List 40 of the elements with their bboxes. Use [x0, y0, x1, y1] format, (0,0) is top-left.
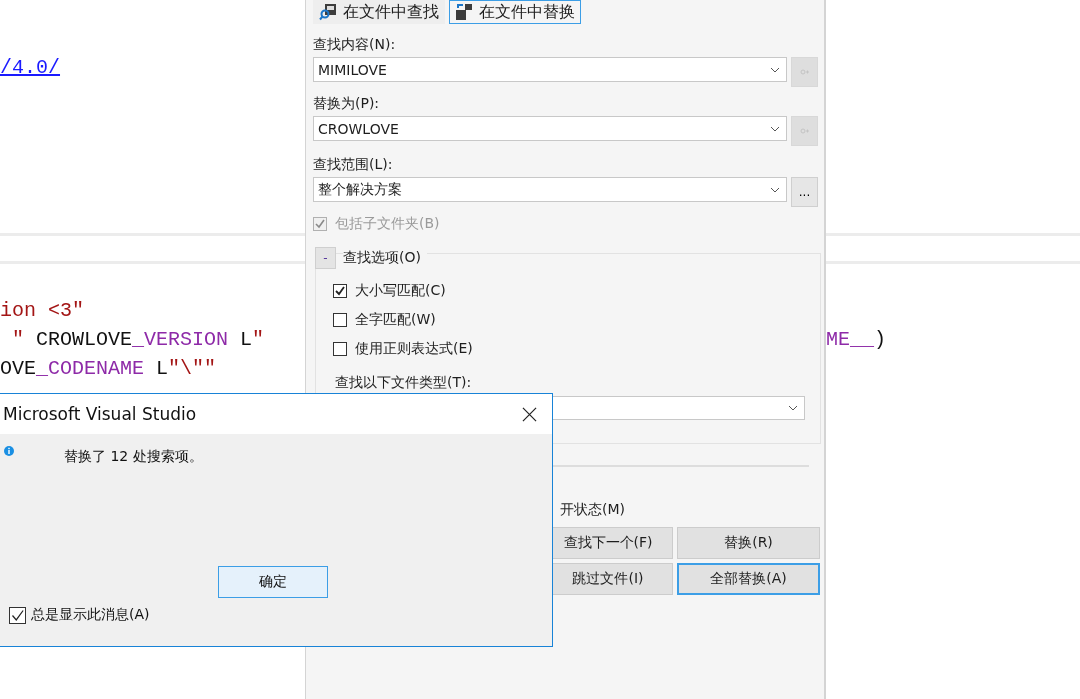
checkbox-label: 使用正则表达式(E): [355, 339, 473, 358]
code-line: ME__): [826, 328, 887, 351]
dialog-title: Microsoft Visual Studio: [3, 404, 197, 424]
checkbox[interactable]: [333, 341, 347, 356]
checkbox-label: 大小写匹配(C): [355, 281, 446, 300]
ok-button[interactable]: 确定: [218, 566, 328, 598]
collapse-button[interactable]: -: [315, 247, 336, 269]
code-line: " CROWLOVE_VERSION L": [11, 328, 265, 351]
info-icon: [4, 446, 14, 456]
group-title: 查找选项(O): [343, 249, 427, 267]
browse-button[interactable]: ...: [791, 177, 818, 207]
code-link[interactable]: /4.0/: [0, 56, 60, 79]
checkbox[interactable]: [333, 283, 347, 298]
panel-tab[interactable]: 在文件中替换: [449, 0, 581, 24]
replace-combobox[interactable]: CROWLOVE: [313, 116, 787, 141]
close-icon[interactable]: [522, 406, 537, 422]
field-label: 查找范围(L):: [313, 155, 394, 174]
checkbox-label: 总是显示此消息(A): [31, 606, 150, 624]
action-button[interactable]: 全部替换(A): [677, 563, 820, 595]
replace-icon: [455, 3, 473, 21]
chevron-icon: [788, 405, 798, 411]
panel-tab[interactable]: 在文件中查找: [313, 0, 445, 24]
dialog-message: 替换了 12 处搜索项。: [64, 447, 203, 466]
code-line: ion <3": [0, 299, 84, 322]
checkbox[interactable]: [9, 606, 26, 624]
checkbox-label: 包括子文件夹(B): [335, 215, 440, 233]
search-icon: [319, 3, 337, 21]
action-button[interactable]: 替换(R): [677, 527, 820, 559]
checkbox[interactable]: [333, 312, 347, 327]
scope-combobox[interactable]: 整个解决方案: [313, 177, 787, 202]
option-label: 开状态(M): [560, 500, 626, 519]
find-combobox[interactable]: MIMILOVE: [313, 57, 787, 82]
chevron-icon: [770, 125, 780, 132]
field-label: 替换为(P):: [313, 94, 381, 113]
chevron-icon: [770, 186, 780, 193]
field-label: 查找内容(N):: [313, 35, 397, 54]
field-label: 查找以下文件类型(T):: [335, 373, 473, 392]
code-line: OVE_CODENAME L"\"": [0, 357, 217, 380]
chevron-icon: [770, 66, 780, 73]
checkbox-label: 全字匹配(W): [355, 310, 436, 329]
